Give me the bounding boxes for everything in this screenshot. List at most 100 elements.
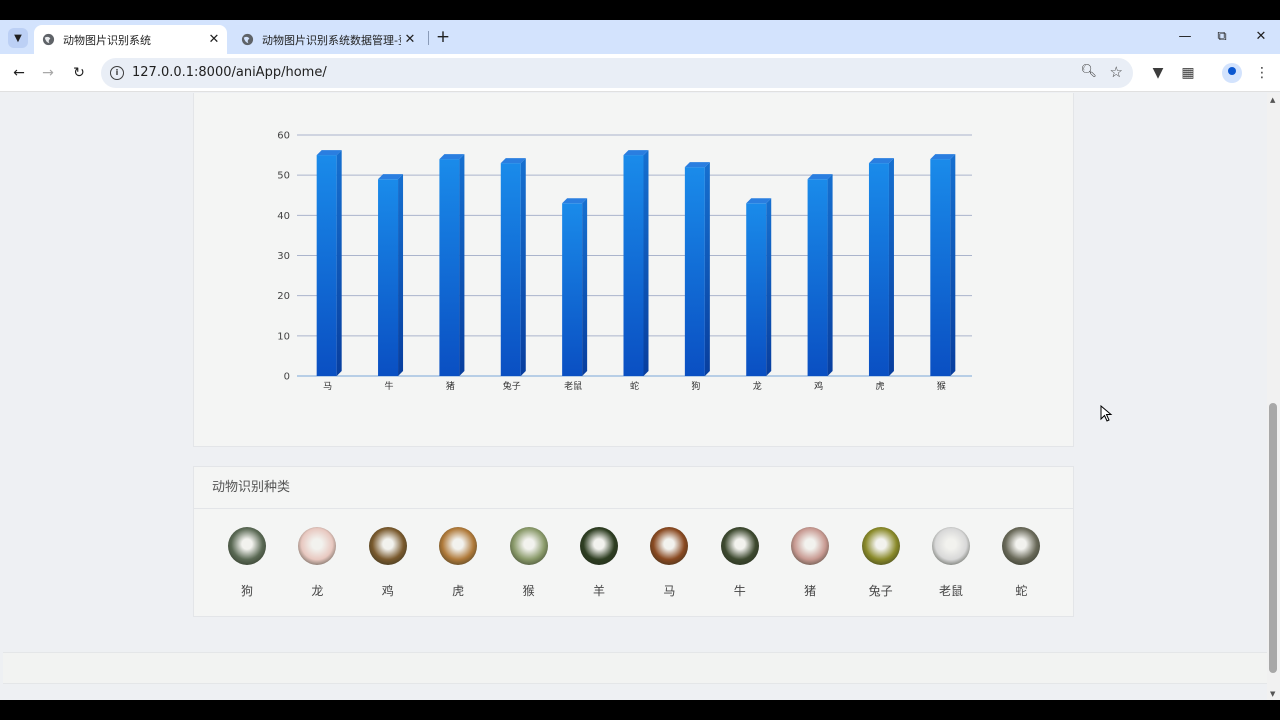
y-tick-label: 0 (284, 372, 290, 383)
animal-avatar[interactable] (368, 527, 407, 565)
animal-avatar[interactable] (791, 527, 830, 565)
bar[interactable] (500, 158, 526, 376)
browser-window: ▼ 动物图片识别系统 ✕ 动物图片识别系统数据管理-登录 ✕ + — ⧉ ✕ ←… (0, 20, 1280, 700)
animal-avatar[interactable] (298, 527, 337, 565)
bar[interactable] (378, 174, 404, 376)
animal-avatar[interactable] (720, 527, 759, 565)
bar-chart: 0 10 20 30 40 50 60 马 牛 猪 兔子 老鼠 蛇 狗 龙 鸡 虎 猴 (277, 131, 972, 392)
bar-side (888, 158, 894, 376)
bar-front (623, 155, 644, 376)
y-tick-label: 30 (277, 251, 290, 262)
scroll-up-icon[interactable]: ▲ (1270, 96, 1275, 104)
arrow-left-icon: ← (13, 65, 25, 81)
tab-search-button[interactable]: ▼ (8, 28, 28, 48)
scrollbar[interactable]: ▲ ▼ (1267, 93, 1280, 700)
animal-avatar[interactable] (1002, 527, 1041, 565)
bar-side (643, 150, 649, 376)
tab-close-icon[interactable]: ✕ (401, 32, 419, 47)
x-tick-label: 蛇 (630, 380, 639, 392)
bar-front (562, 203, 583, 376)
animal-item[interactable]: 牛 (710, 527, 770, 599)
animal-name: 牛 (733, 584, 746, 598)
restore-button[interactable]: ⧉ (1210, 26, 1234, 48)
bar[interactable] (316, 150, 342, 376)
animal-item[interactable]: 鸡 (358, 527, 418, 599)
animal-avatar[interactable] (228, 527, 266, 565)
animal-item[interactable]: 羊 (569, 527, 629, 599)
x-tick-label: 兔子 (503, 380, 521, 392)
animal-item[interactable]: 猪 (780, 527, 840, 599)
animal-item[interactable]: 龙 (287, 527, 347, 599)
x-tick-label: 鸡 (814, 380, 823, 392)
animal-name: 老鼠 (938, 584, 963, 598)
tab-active[interactable]: 动物图片识别系统 ✕ (34, 25, 227, 54)
arrow-right-icon: → (42, 65, 54, 81)
animal-avatar[interactable] (932, 527, 970, 565)
bar[interactable] (746, 198, 772, 376)
bar[interactable] (562, 198, 588, 376)
animal-types-panel: 动物识别种类 狗 龙 鸡 虎 猴 羊 马 牛 猪 兔子 老鼠 蛇 (193, 466, 1074, 617)
bar-side (398, 174, 404, 376)
address-bar[interactable]: i 127.0.0.1:8000/aniApp/home/ 🔍︎ ☆ (101, 58, 1133, 88)
reload-icon: ↻ (73, 65, 85, 81)
bar[interactable] (930, 154, 956, 376)
new-tab-button[interactable]: + (434, 27, 452, 47)
site-info-icon[interactable]: i (110, 66, 124, 80)
tab-inactive[interactable]: 动物图片识别系统数据管理-登录 ✕ (233, 25, 423, 54)
animal-item[interactable]: 蛇 (991, 527, 1051, 599)
animal-name: 狗 (240, 584, 253, 598)
animal-item[interactable]: 猴 (499, 527, 559, 599)
bar[interactable] (623, 150, 649, 376)
scroll-down-icon[interactable]: ▼ (1270, 690, 1275, 698)
minimize-icon: — (1178, 29, 1192, 44)
bar-front (684, 167, 705, 376)
bar-front (746, 203, 767, 376)
tab-close-icon[interactable]: ✕ (205, 32, 223, 47)
bar-front (930, 159, 951, 376)
animal-item[interactable]: 狗 (217, 527, 277, 599)
animal-avatar[interactable] (650, 527, 689, 565)
animal-avatar[interactable] (439, 527, 478, 565)
bar-side (704, 162, 710, 376)
x-tick-label: 猴 (937, 380, 946, 392)
bar[interactable] (807, 174, 833, 376)
x-tick-label: 牛 (385, 380, 394, 392)
animal-item[interactable]: 虎 (428, 527, 488, 599)
close-icon: ✕ (1255, 29, 1267, 44)
x-tick-label: 狗 (691, 380, 700, 392)
back-button[interactable]: ← (9, 63, 29, 83)
reload-button[interactable]: ↻ (69, 63, 89, 83)
animal-avatar[interactable] (509, 527, 548, 565)
tab-title: 动物图片识别系统 (63, 33, 151, 47)
animal-avatar[interactable] (861, 527, 900, 565)
chevron-down-icon: ▼ (14, 32, 22, 44)
chart-panel: 0 10 20 30 40 50 60 马 牛 猪 兔子 老鼠 蛇 狗 龙 鸡 虎 猴 (193, 93, 1074, 447)
zoom-icon[interactable]: 🔍︎ (1080, 64, 1097, 79)
bar[interactable] (684, 162, 710, 376)
extension-shield-icon[interactable]: ▼ (1148, 63, 1168, 83)
bar-front (378, 179, 399, 376)
bar-front (316, 155, 337, 376)
minimize-button[interactable]: — (1173, 26, 1197, 48)
animal-list: 狗 龙 鸡 虎 猴 羊 马 牛 猪 兔子 老鼠 蛇 (194, 509, 1075, 617)
profile-avatar-icon[interactable] (1222, 63, 1242, 83)
url-text[interactable]: 127.0.0.1:8000/aniApp/home/ (132, 65, 327, 80)
panel-title: 动物识别种类 (194, 467, 1073, 509)
bar[interactable] (868, 158, 894, 376)
extensions-puzzle-icon[interactable]: ▦ (1178, 63, 1198, 83)
y-tick-label: 50 (277, 171, 290, 182)
x-tick-label: 龙 (753, 380, 762, 392)
tab-bar: ▼ 动物图片识别系统 ✕ 动物图片识别系统数据管理-登录 ✕ + — ⧉ ✕ (0, 20, 1280, 54)
close-window-button[interactable]: ✕ (1249, 26, 1273, 48)
animal-item[interactable]: 兔子 (851, 527, 911, 599)
menu-kebab-icon[interactable]: ⋮ (1252, 63, 1272, 83)
scroll-thumb[interactable] (1269, 403, 1277, 673)
bookmark-star-icon[interactable]: ☆ (1110, 63, 1123, 81)
bar[interactable] (439, 154, 465, 376)
animal-item[interactable]: 马 (639, 527, 699, 599)
bar-side (827, 174, 833, 376)
animal-avatar[interactable] (580, 527, 618, 565)
animal-name: 鸡 (381, 584, 394, 598)
forward-button[interactable]: → (38, 63, 58, 83)
animal-item[interactable]: 老鼠 (921, 527, 981, 599)
